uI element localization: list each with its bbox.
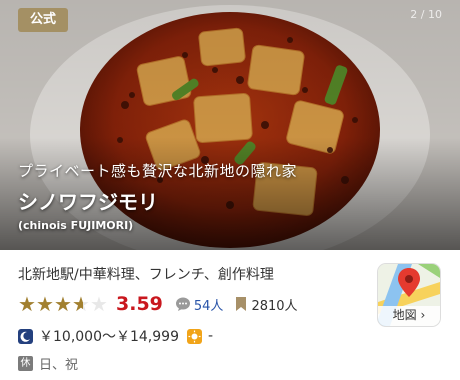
price-row: ￥10,000～￥14,999 - bbox=[18, 326, 213, 346]
sun-icon bbox=[186, 328, 202, 344]
rating-stars: ★★ ★★ ★★ ★★ ★★ bbox=[18, 294, 108, 314]
restaurant-tagline: プライベート感も贅沢な北新地の隠れ家 bbox=[18, 162, 298, 180]
station-genre: 北新地駅/中華料理、フレンチ、創作料理 bbox=[18, 267, 274, 283]
dinner-price: ￥10,000～￥14,999 bbox=[39, 329, 179, 345]
bookmark-icon bbox=[236, 297, 247, 311]
restaurant-subname: (chinois FUJIMORI) bbox=[18, 219, 134, 232]
lunch-price: - bbox=[207, 328, 214, 344]
photo-counter: 2 / 10 bbox=[410, 8, 442, 21]
star-icon: ★★ bbox=[36, 292, 54, 316]
map-label: 地図 › bbox=[392, 308, 426, 322]
closed-badge: 休 bbox=[18, 356, 33, 371]
hero-image[interactable]: 公式 2 / 10 プライベート感も贅沢な北新地の隠れ家 シノワフジモリ (ch… bbox=[0, 0, 460, 250]
star-icon: ★★ bbox=[54, 292, 72, 316]
restaurant-name: シノワフジモリ bbox=[18, 190, 158, 214]
closed-row: 休 日、祝 bbox=[18, 354, 78, 373]
review-count-link[interactable]: 54人 bbox=[194, 295, 224, 314]
closed-days: 日、祝 bbox=[39, 358, 79, 373]
moon-icon bbox=[18, 328, 33, 344]
save-count: 2810人 bbox=[251, 298, 298, 314]
comment-icon bbox=[175, 297, 190, 311]
star-icon: ★★ bbox=[18, 292, 36, 316]
rating-row: ★★ ★★ ★★ ★★ ★★ 3.59 54人 2810人 bbox=[18, 293, 298, 315]
star-icon: ★★ bbox=[72, 292, 90, 316]
star-icon: ★★ bbox=[90, 292, 108, 316]
rating-score: 3.59 bbox=[116, 293, 163, 315]
official-badge: 公式 bbox=[18, 8, 68, 32]
map-button[interactable]: 地図 › bbox=[378, 264, 440, 326]
